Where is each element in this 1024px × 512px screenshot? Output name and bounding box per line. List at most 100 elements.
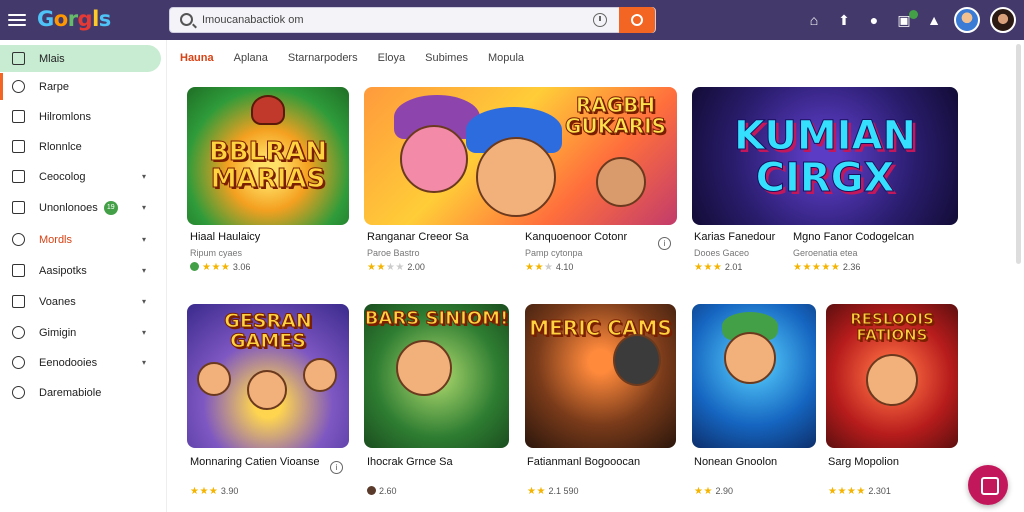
game-thumbnail[interactable] <box>692 304 816 448</box>
lantern-art <box>251 95 285 125</box>
sidebar-item-gimigin[interactable]: Gimigin ▾ <box>0 319 161 346</box>
character-art <box>400 125 468 193</box>
avatar[interactable] <box>954 7 980 33</box>
rating: ★★★★ 2.301 <box>828 486 891 497</box>
character-art <box>303 358 337 392</box>
game-thumbnail[interactable]: BARS SINIOM! <box>364 304 509 448</box>
sidebar-item-mordls[interactable]: Mordls ▾ <box>0 226 161 253</box>
bookmark-icon <box>12 264 25 277</box>
rating: ★★ 2.90 <box>694 486 733 497</box>
chevron-down-icon[interactable]: ▾ <box>137 172 151 181</box>
game-thumbnail[interactable]: MERIC CAMS <box>525 304 676 448</box>
rating: ★★★ 2.01 <box>694 262 743 273</box>
star-rating: ★★★ <box>694 262 723 273</box>
character-art <box>396 340 452 396</box>
game-thumbnail[interactable]: GESRAN GAMES <box>187 304 349 448</box>
gamepad-icon <box>12 326 25 339</box>
book-icon <box>12 140 25 153</box>
sidebar-item-rarpe[interactable]: Rarpe <box>0 73 161 100</box>
tab-aplana[interactable]: Aplana <box>234 52 268 70</box>
home-icon <box>12 52 25 65</box>
character-art <box>197 362 231 396</box>
star-rating: ★★ <box>694 486 713 497</box>
sidebar-item-voanes[interactable]: Voanes ▾ <box>0 288 161 315</box>
chevron-down-icon[interactable]: ▾ <box>137 358 151 367</box>
info-icon <box>12 356 25 369</box>
search-icon <box>180 13 193 26</box>
character-art <box>866 354 918 406</box>
character-art <box>724 332 776 384</box>
star-rating: ★★★ <box>202 262 231 273</box>
search-input[interactable] <box>202 11 582 29</box>
character-art <box>476 137 556 217</box>
tab-mopula[interactable]: Mopula <box>488 52 524 70</box>
tab-hauna[interactable]: Hauna <box>180 52 214 70</box>
chevron-down-icon[interactable]: ▾ <box>137 328 151 337</box>
star-rating: ★★★★ <box>367 262 405 273</box>
rating: ★★★ 3.90 <box>190 486 239 497</box>
chevron-down-icon[interactable]: ▾ <box>137 203 151 212</box>
app-logo[interactable]: Gorgls <box>37 7 111 31</box>
game-thumbnail[interactable]: RESLOOIS FATIONS <box>826 304 958 448</box>
top-icons: ⌂ ⬆ ● ▣ ▲ <box>804 6 1016 34</box>
tag-icon[interactable]: ⬆ <box>834 10 854 30</box>
character-art <box>613 334 661 386</box>
star-rating: ★★★ <box>190 486 219 497</box>
star-rating: ★★★ <box>525 262 554 273</box>
rating: ★★★★ 2.00 <box>367 262 425 273</box>
sidebar-item-hilromlons[interactable]: Hilromlons <box>0 103 161 130</box>
sidebar-item-eenodooies[interactable]: Eenodooies ▾ <box>0 349 161 376</box>
publisher-icon <box>367 486 376 495</box>
home-icon[interactable]: ⌂ <box>804 10 824 30</box>
character-art <box>596 157 646 207</box>
history-icon[interactable] <box>593 13 607 27</box>
library-icon <box>12 110 25 123</box>
rating: ★★ 2.1 590 <box>527 486 579 497</box>
menu-icon[interactable] <box>8 11 26 27</box>
search-button[interactable] <box>619 7 655 33</box>
star-rating: ★★★★★ <box>793 262 841 273</box>
category-tabs: Hauna Aplana Starnarpoders Eloya Subimes… <box>180 52 544 70</box>
chevron-down-icon[interactable]: ▾ <box>137 297 151 306</box>
top-bar: Gorgls ⌂ ⬆ ● ▣ ▲ <box>0 0 1024 40</box>
heart-icon <box>12 233 25 246</box>
star-rating: ★★★★ <box>828 486 866 497</box>
scrollbar[interactable] <box>1016 44 1021 264</box>
count-badge: 19 <box>103 200 118 215</box>
tab-subimes[interactable]: Subimes <box>425 52 468 70</box>
sidebar-item-ceocolog[interactable]: Ceocolog ▾ <box>0 163 161 190</box>
game-thumbnail[interactable]: BBLRAN MARIAS <box>187 87 349 225</box>
sidebar-item-home[interactable]: Mlais <box>0 45 161 72</box>
rating: ★★★ 4.10 <box>525 262 574 273</box>
monitor-icon <box>12 295 25 308</box>
character-art <box>247 370 287 410</box>
search-bar <box>169 7 656 33</box>
game-thumbnail[interactable]: RAGBH GUKARIS <box>364 87 677 225</box>
info-icon[interactable]: i <box>330 461 343 474</box>
sidebar-item-unonlonoes[interactable]: Unonlonoes 19 ▾ <box>0 194 161 221</box>
game-icon[interactable]: ● <box>864 10 884 30</box>
sidebar: Mlais Rarpe Hilromlons Rlonnlce Ceocolog… <box>0 40 167 512</box>
tab-eloya[interactable]: Eloya <box>378 52 406 70</box>
floating-action-button[interactable] <box>968 465 1008 505</box>
chevron-down-icon[interactable]: ▾ <box>137 266 151 275</box>
rating: ★★★ 3.06 <box>190 262 250 273</box>
chevron-down-icon[interactable]: ▾ <box>137 235 151 244</box>
profile-avatar[interactable] <box>990 7 1016 33</box>
rating: ★★★★★ 2.36 <box>793 262 861 273</box>
info-icon[interactable]: i <box>658 237 671 250</box>
notifications-icon[interactable]: ▣ <box>894 10 918 30</box>
store-icon[interactable]: ▲ <box>924 10 944 30</box>
sidebar-item-daremabiole[interactable]: Daremabiole <box>0 379 161 406</box>
sidebar-item-aasipotks[interactable]: Aasipotks ▾ <box>0 257 161 284</box>
settings-icon <box>12 386 25 399</box>
game-thumbnail[interactable]: KUMIAN CIRGX <box>692 87 958 225</box>
sidebar-item-rlonnlce[interactable]: Rlonnlce <box>0 133 161 160</box>
star-rating: ★★ <box>527 486 546 497</box>
compass-icon <box>12 80 25 93</box>
publisher-icon <box>190 262 199 271</box>
tab-starnarpoders[interactable]: Starnarpoders <box>288 52 358 70</box>
rating: 2.60 <box>367 486 397 496</box>
calendar-icon <box>12 201 25 214</box>
car-icon <box>12 170 25 183</box>
